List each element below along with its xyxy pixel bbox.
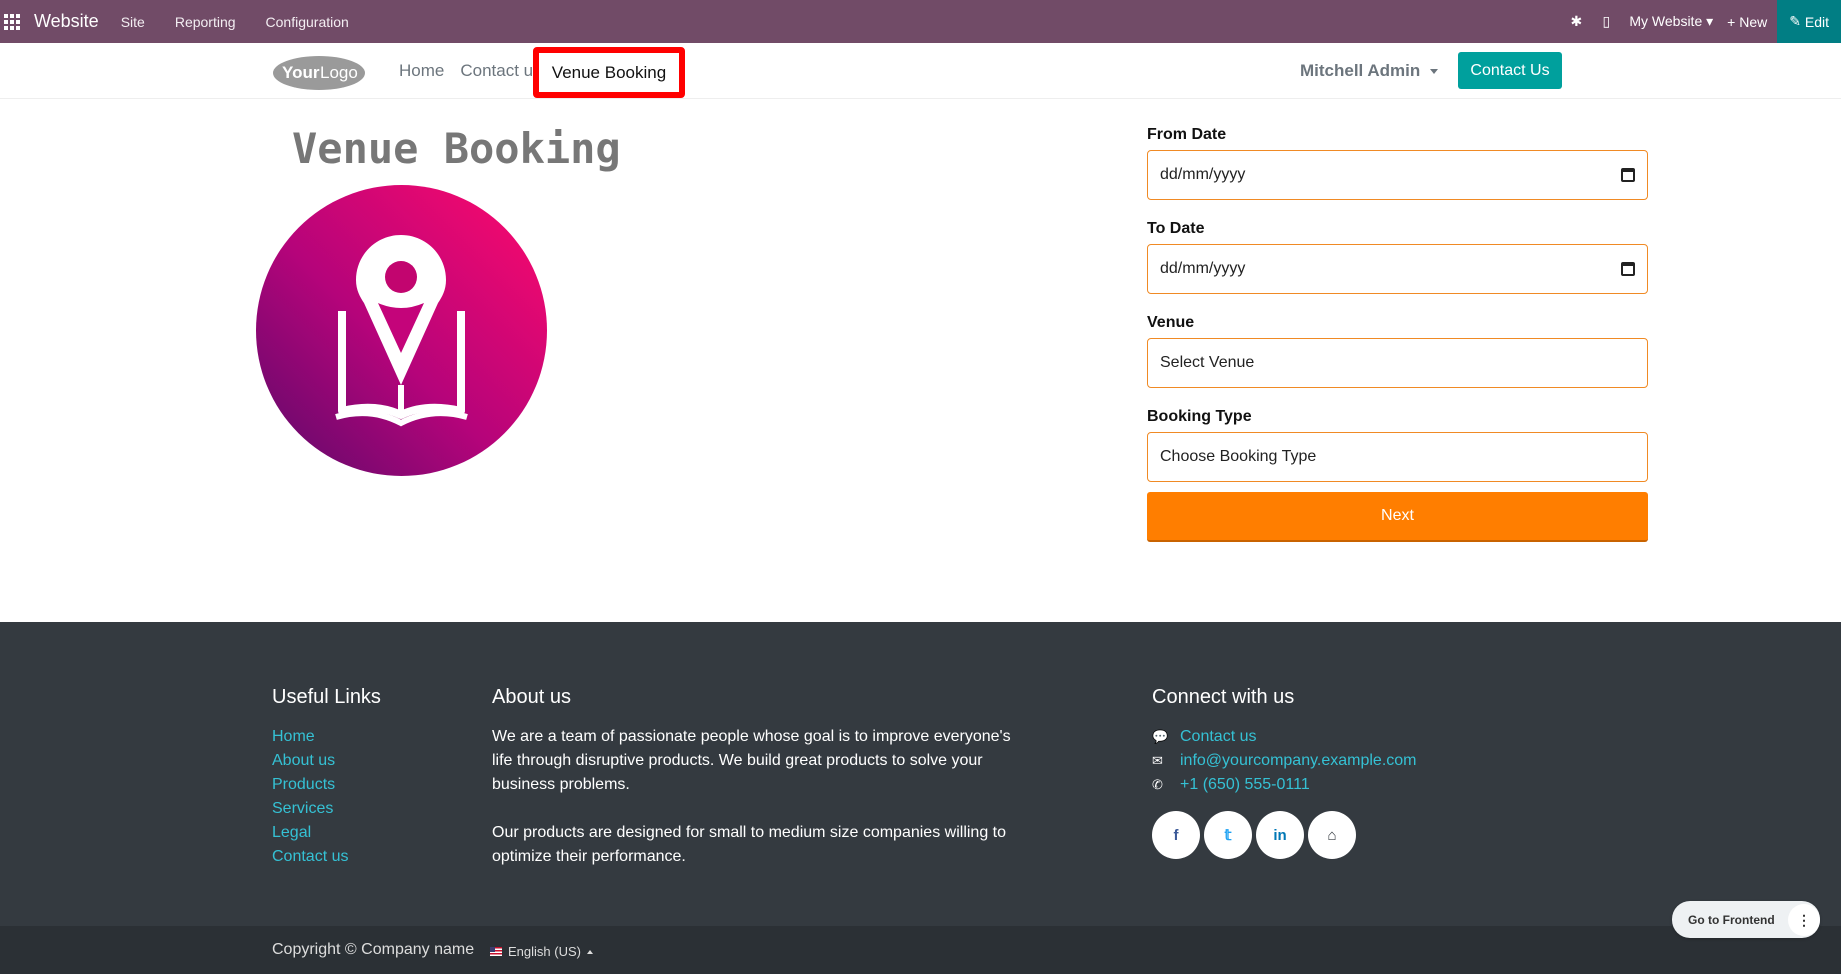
page-title: Venue Booking [292, 124, 621, 173]
app-name[interactable]: Website [34, 11, 99, 32]
to-date-placeholder: dd/mm/yyyy [1160, 260, 1246, 277]
about-section: About us We are a team of passionate peo… [492, 686, 1012, 893]
footer-link-about[interactable]: About us [272, 749, 381, 773]
menu-reporting[interactable]: Reporting [175, 14, 236, 30]
about-paragraph-1: We are a team of passionate people whose… [492, 728, 1011, 793]
comment-icon: 💬 [1152, 729, 1169, 744]
nav-home[interactable]: Home [399, 61, 444, 81]
menu-site[interactable]: Site [121, 14, 145, 30]
copyright-text: Copyright © Company name [272, 941, 475, 958]
to-date-input[interactable]: dd/mm/yyyy [1147, 244, 1648, 294]
us-flag-icon [490, 947, 502, 956]
from-date-placeholder: dd/mm/yyyy [1160, 166, 1246, 183]
svg-text:Your: Your [282, 63, 320, 82]
user-menu[interactable]: Mitchell Admin [1300, 43, 1439, 99]
useful-links-section: Useful Links Home About us Products Serv… [272, 686, 381, 869]
from-date-label: From Date [1147, 126, 1227, 143]
venue-label: Venue [1147, 314, 1195, 331]
venue-booking-logo [256, 185, 547, 476]
more-options-icon[interactable]: ⋮ [1788, 904, 1820, 936]
to-date-label: To Date [1147, 220, 1205, 237]
footer-link-products[interactable]: Products [272, 773, 381, 797]
booking-type-value: Choose Booking Type [1160, 448, 1317, 465]
connect-contact-row[interactable]: 💬 Contact us [1152, 725, 1417, 749]
useful-links-title: Useful Links [272, 686, 381, 708]
connect-title: Connect with us [1152, 686, 1295, 708]
menu-configuration[interactable]: Configuration [266, 14, 349, 30]
apps-grid-icon[interactable] [4, 10, 20, 34]
nav-contact-us[interactable]: Contact us [460, 61, 541, 81]
social-links: f 𝕥 in ⌂ [1152, 811, 1417, 859]
go-to-frontend-button[interactable]: Go to Frontend ⋮ [1672, 901, 1820, 938]
connect-phone-row[interactable]: ✆ +1 (650) 555-0111 [1152, 773, 1417, 797]
edit-button[interactable]: ✎ Edit [1777, 0, 1841, 43]
about-title: About us [492, 686, 571, 708]
website-selector[interactable]: My Website ▾ [1629, 13, 1713, 30]
about-paragraph-2: Our products are designed for small to m… [492, 824, 1007, 865]
admin-top-bar: Website Site Reporting Configuration ✱ ▯… [0, 0, 1841, 43]
caret-down-icon [1430, 68, 1439, 74]
new-button[interactable]: + New [1727, 14, 1767, 30]
footer: Useful Links Home About us Products Serv… [0, 622, 1841, 926]
copyright-bar: Copyright © Company name English (US) [0, 926, 1841, 974]
venue-select[interactable]: Select Venue [1147, 338, 1648, 388]
user-name: Mitchell Admin [1300, 61, 1421, 80]
connect-section: Connect with us 💬 Contact us ✉ info@your… [1152, 686, 1417, 859]
venue-select-value: Select Venue [1160, 354, 1255, 371]
home-icon[interactable]: ⌂ [1308, 811, 1356, 859]
language-label: English (US) [508, 944, 581, 959]
site-header: Your Logo Home Contact us Venue Booking … [0, 43, 1841, 99]
svg-text:Logo: Logo [320, 63, 358, 82]
mobile-preview-icon[interactable]: ▯ [1591, 13, 1621, 30]
bug-icon[interactable]: ✱ [1561, 13, 1591, 30]
connect-email-link[interactable]: info@yourcompany.example.com [1180, 749, 1417, 773]
go-to-frontend-label: Go to Frontend [1688, 912, 1775, 927]
caret-up-icon [586, 949, 593, 954]
footer-link-home[interactable]: Home [272, 725, 381, 749]
connect-contact-link[interactable]: Contact us [1180, 725, 1256, 749]
booking-type-select[interactable]: Choose Booking Type [1147, 432, 1648, 482]
phone-icon: ✆ [1152, 777, 1163, 792]
contact-us-button[interactable]: Contact Us [1458, 52, 1562, 89]
company-logo[interactable]: Your Logo [271, 51, 367, 91]
footer-link-contact[interactable]: Contact us [272, 845, 381, 869]
facebook-icon[interactable]: f [1152, 811, 1200, 859]
footer-link-services[interactable]: Services [272, 797, 381, 821]
language-selector[interactable]: English (US) [490, 944, 593, 959]
envelope-icon: ✉ [1152, 753, 1163, 768]
connect-email-row[interactable]: ✉ info@yourcompany.example.com [1152, 749, 1417, 773]
twitter-icon[interactable]: 𝕥 [1204, 811, 1252, 859]
pencil-icon: ✎ [1789, 13, 1801, 29]
nav-venue-booking[interactable]: Venue Booking [533, 47, 685, 98]
from-date-input[interactable]: dd/mm/yyyy [1147, 150, 1648, 200]
footer-link-legal[interactable]: Legal [272, 821, 381, 845]
booking-type-label: Booking Type [1147, 408, 1252, 425]
calendar-icon[interactable] [1621, 262, 1635, 276]
main-nav: Home Contact us Venue Booking [399, 43, 685, 99]
plus-icon: + [1727, 13, 1736, 30]
connect-phone-link[interactable]: +1 (650) 555-0111 [1180, 773, 1310, 797]
linkedin-icon[interactable]: in [1256, 811, 1304, 859]
next-button[interactable]: Next [1147, 492, 1648, 542]
booking-form: From Date dd/mm/yyyy To Date dd/mm/yyyy … [1147, 126, 1648, 542]
calendar-icon[interactable] [1621, 168, 1635, 182]
